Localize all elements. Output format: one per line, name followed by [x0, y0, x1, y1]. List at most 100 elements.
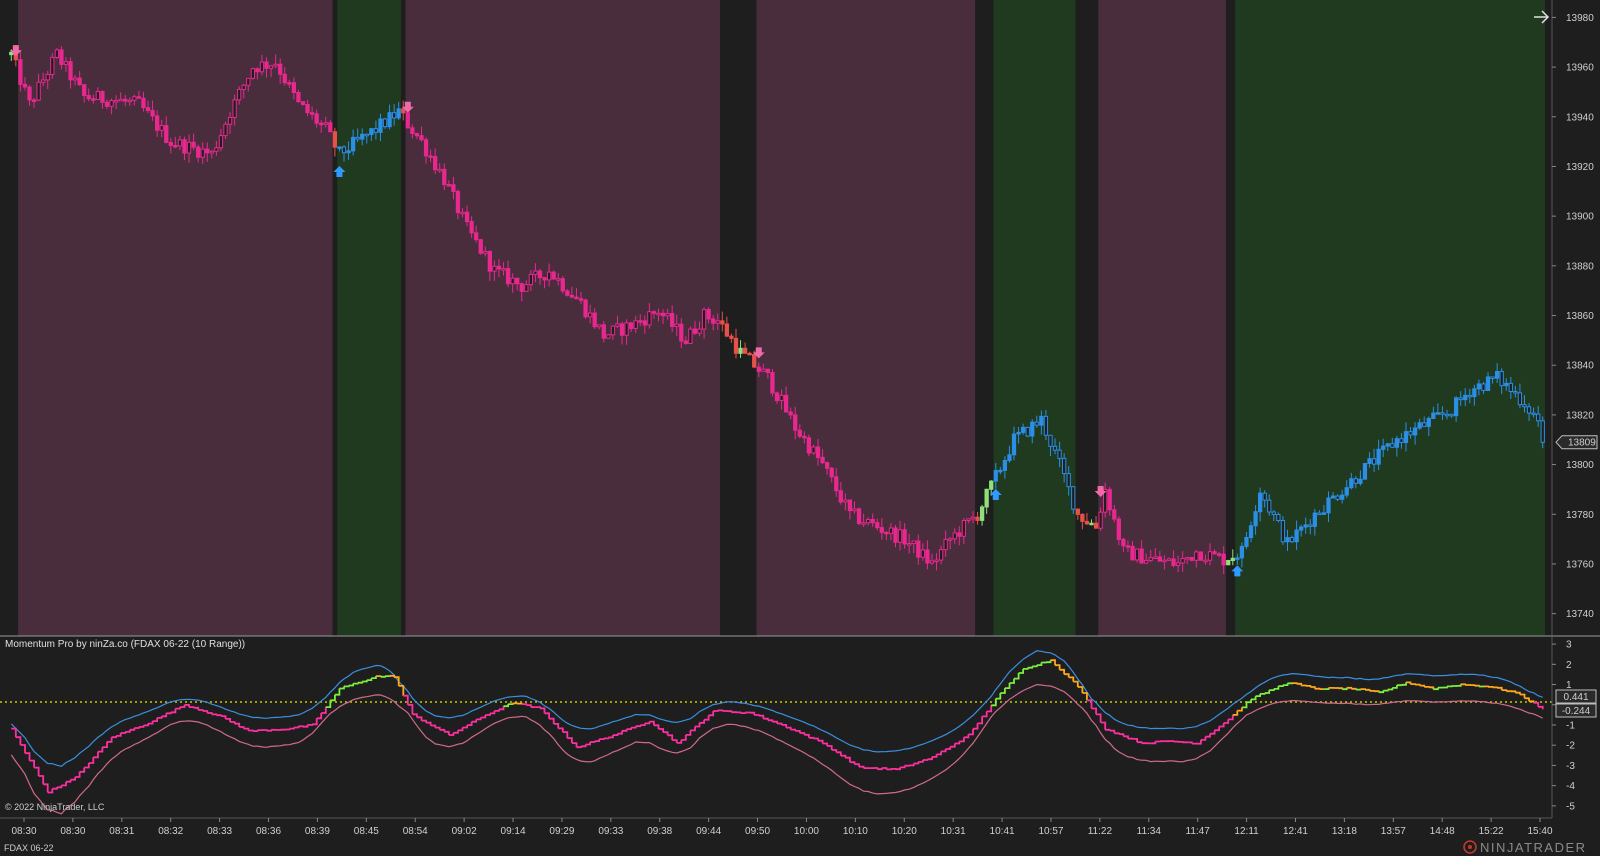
- oscillator-step: [1415, 683, 1421, 686]
- time-tick-label: 10:41: [990, 826, 1015, 837]
- time-tick-label: 09:50: [745, 826, 770, 837]
- candle-body: [1207, 551, 1213, 561]
- candle-body: [1075, 508, 1080, 515]
- candle-body: [1216, 553, 1222, 556]
- candle-body: [519, 283, 524, 292]
- candle-body: [200, 148, 205, 158]
- indicator-tick-label: -3: [1566, 761, 1575, 772]
- candle-body: [815, 446, 821, 458]
- ninjatrader-logo: NINJATRADER: [1463, 840, 1585, 855]
- candle-body: [1517, 392, 1523, 406]
- candle-body: [173, 144, 178, 148]
- oscillator-step: [252, 730, 259, 732]
- candle-body: [1212, 551, 1217, 555]
- candle-body: [95, 91, 101, 100]
- candle-body: [300, 101, 306, 105]
- oscillator-step: [717, 709, 724, 712]
- time-tick-label: 09:44: [696, 826, 721, 837]
- oscillator-step: [307, 724, 313, 726]
- candle-body: [291, 82, 297, 94]
- candle-body: [1007, 454, 1012, 461]
- candle-body: [1257, 492, 1263, 513]
- candle-body: [54, 49, 59, 58]
- time-tick-label: 15:22: [1479, 826, 1504, 837]
- candle-body: [542, 277, 547, 281]
- candle-body: [104, 101, 110, 107]
- candle-body: [332, 131, 338, 148]
- candle-body: [1303, 524, 1308, 528]
- candle-body: [255, 68, 260, 73]
- candle-body: [63, 61, 69, 65]
- regime-zone-neutral: [1225, 0, 1236, 636]
- oscillator-step: [517, 702, 523, 705]
- oscillator-step: [262, 729, 268, 731]
- candle-body: [938, 549, 944, 561]
- oscillator-step: [266, 729, 272, 732]
- time-tick-label: 09:02: [452, 826, 477, 837]
- candle-body: [401, 108, 406, 114]
- candle-body: [223, 123, 228, 137]
- candle-body: [957, 532, 962, 537]
- candle-body: [911, 540, 916, 545]
- price-panel[interactable]: [9, 0, 1545, 636]
- oscillator-step: [1483, 685, 1489, 688]
- candle-body: [683, 340, 688, 344]
- candle-body: [1317, 512, 1322, 516]
- time-tick-label: 11:34: [1137, 826, 1162, 837]
- candle-body: [369, 128, 374, 136]
- candle-body: [1148, 557, 1153, 561]
- candle-body: [1203, 559, 1208, 563]
- candle-body: [314, 113, 319, 124]
- candle-body: [1371, 458, 1377, 465]
- candle-body: [1422, 422, 1427, 427]
- chart-canvas[interactable]: 13980 13960 13940 13920 13900 13880 13860 13840…: [0, 0, 1600, 856]
- candle-body: [701, 309, 707, 330]
- oscillator-step: [1474, 684, 1480, 687]
- candle-body: [747, 352, 752, 356]
- regime-zone-bear: [1098, 0, 1226, 636]
- candle-body: [1025, 426, 1030, 437]
- regime-zone-neutral: [400, 0, 406, 636]
- candle-body: [1130, 545, 1135, 561]
- candle-body: [793, 414, 798, 431]
- oscillator-step: [1114, 732, 1120, 735]
- candle-body: [127, 99, 132, 103]
- candle-body: [27, 86, 32, 101]
- candle-body: [77, 77, 82, 86]
- candle-body: [391, 112, 397, 119]
- indicator-value-badges: 0.441 -0.244: [1555, 689, 1597, 718]
- candle-body: [59, 49, 64, 65]
- price-tick-label: 13980: [1566, 13, 1594, 24]
- instrument-label: FDAX 06-22: [4, 843, 54, 853]
- candle-body: [752, 353, 757, 368]
- candle-body: [533, 270, 538, 275]
- candle-body: [688, 328, 693, 344]
- candle-body: [920, 549, 925, 558]
- candle-body: [18, 59, 23, 85]
- regime-zone-neutral: [9, 0, 19, 636]
- candle-body: [1289, 537, 1295, 543]
- candle-body: [742, 347, 748, 354]
- candle-body: [902, 529, 907, 545]
- candle-body: [1490, 376, 1495, 379]
- candle-body: [970, 516, 976, 520]
- candle-body: [410, 127, 415, 134]
- candle-body: [296, 92, 301, 103]
- candle-body: [82, 84, 87, 97]
- candle-body: [934, 559, 939, 563]
- candle-body: [679, 323, 684, 342]
- candle-body: [1116, 518, 1121, 540]
- badge-lower-label: -0.244: [1562, 706, 1591, 717]
- oscillator-step: [1488, 686, 1494, 688]
- candle-body: [154, 115, 160, 131]
- candle-body: [1536, 413, 1541, 422]
- candle-body: [692, 328, 698, 334]
- candle-body: [852, 508, 857, 512]
- candle-body: [651, 311, 657, 314]
- candle-body: [1367, 458, 1372, 464]
- candle-body: [761, 368, 766, 372]
- oscillator-step: [740, 712, 746, 714]
- candle-body: [1435, 412, 1441, 415]
- candle-body: [309, 112, 315, 115]
- candle-body: [1495, 370, 1500, 379]
